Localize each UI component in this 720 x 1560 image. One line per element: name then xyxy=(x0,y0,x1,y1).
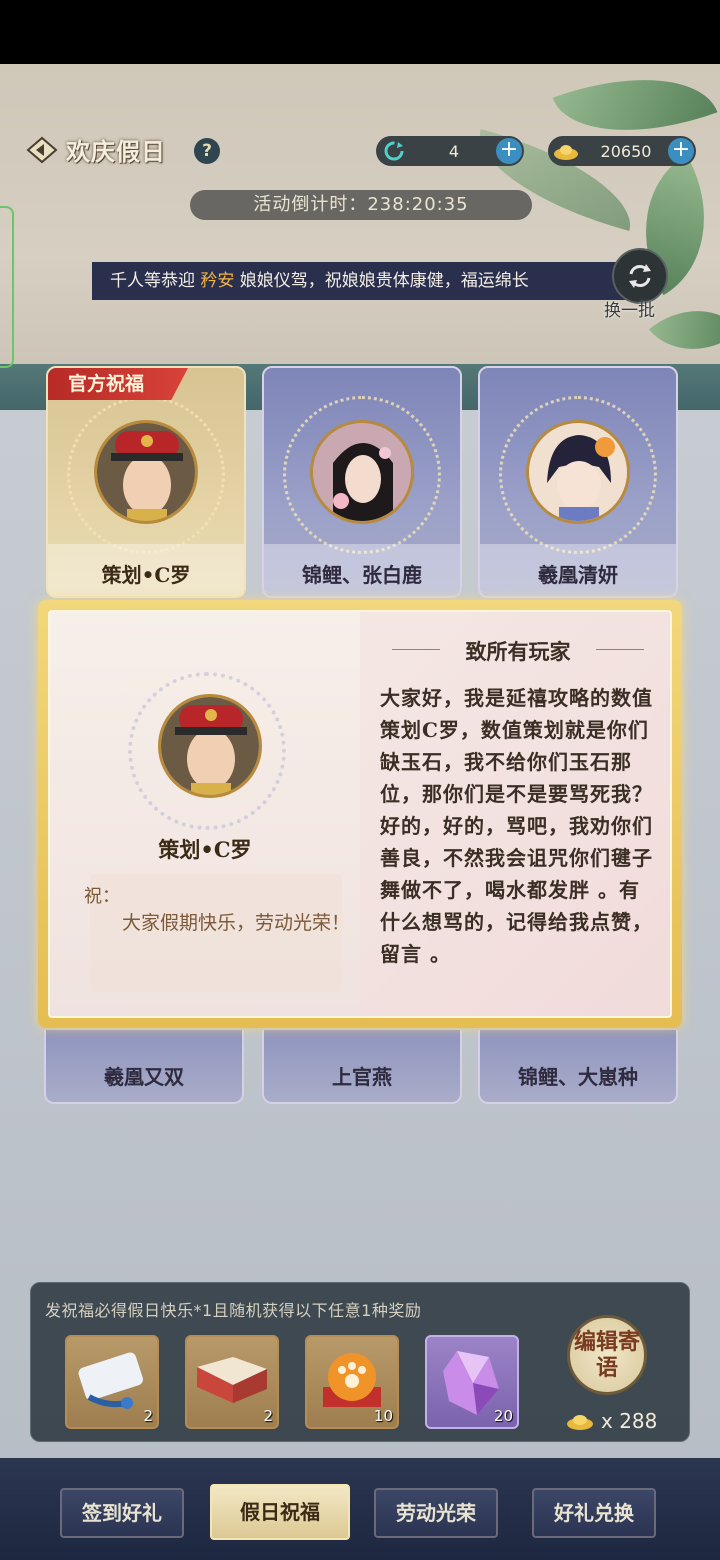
reward-item[interactable]: 2 xyxy=(185,1335,279,1429)
card-sender-name: 锦鲤、张白鹿 xyxy=(302,563,422,587)
wish-text: 大家假期快乐，劳动光荣！ xyxy=(122,912,351,934)
tab-sign-in-gifts[interactable]: 签到好礼 xyxy=(60,1488,184,1538)
letter-body: 大家好，我是延禧攻略的数值策划C罗，数值策划就是你们缺玉石，我不给你们玉石那位，… xyxy=(380,686,653,966)
add-refresh-token-button[interactable]: + xyxy=(496,138,522,164)
tab-gift-exchange[interactable]: 好礼兑换 xyxy=(532,1488,656,1538)
marquee-suffix: 娘娘仪驾，祝娘娘贵体康健，福运绵长 xyxy=(234,271,529,291)
sender-avatar xyxy=(158,694,262,798)
announcement-marquee: 千人等恭迎 矜安 娘娘仪驾，祝娘娘贵体康健，福运绵长 xyxy=(92,262,632,300)
gold-ingot-icon xyxy=(548,136,584,166)
wish-label: 祝： xyxy=(84,886,120,907)
card-sender-name: 羲凰又双 xyxy=(104,1065,184,1089)
card-sender-name: 羲凰清妍 xyxy=(538,563,618,587)
wish-card[interactable]: 锦鲤、大崽种 xyxy=(478,1030,678,1104)
sender-name: 策划•C罗 xyxy=(158,837,252,862)
back-arrow-icon[interactable] xyxy=(26,134,58,166)
marquee-prefix: 千人等恭迎 xyxy=(110,271,201,291)
wish-card[interactable]: 官方祝福 策划•C罗 xyxy=(46,366,246,598)
official-wish-tag: 官方祝福 xyxy=(48,368,188,400)
refresh-token-counter: 4 + xyxy=(376,136,524,166)
header-title-group: 欢庆假日 xyxy=(26,132,166,167)
page-title: 欢庆假日 xyxy=(66,137,166,166)
avatar xyxy=(310,420,414,524)
reward-item[interactable]: 10 xyxy=(305,1335,399,1429)
card-sender-name: 上官燕 xyxy=(332,1065,392,1089)
help-icon[interactable]: ? xyxy=(194,138,220,164)
avatar xyxy=(94,420,198,524)
event-countdown: 活动倒计时：238:20:35 xyxy=(190,190,532,220)
reward-item[interactable]: 20 xyxy=(425,1335,519,1429)
letter-title: 致所有玩家 xyxy=(380,636,656,666)
wish-card[interactable]: 羲凰清妍 xyxy=(478,366,678,598)
edit-message-button[interactable]: 编辑寄语 xyxy=(567,1315,647,1395)
status-bar xyxy=(0,0,720,64)
wish-card[interactable]: 上官燕 xyxy=(262,1030,462,1104)
wish-cost-value: x 288 xyxy=(601,1409,658,1433)
wish-cost: x 288 xyxy=(565,1409,657,1433)
reward-count: 2 xyxy=(143,1407,153,1425)
marquee-highlight-name: 矜安 xyxy=(200,271,235,291)
avatar xyxy=(526,420,630,524)
refresh-token-icon xyxy=(376,136,412,166)
reward-count: 10 xyxy=(373,1407,393,1425)
card-sender-name: 策划•C罗 xyxy=(101,563,191,587)
refresh-icon xyxy=(629,264,651,288)
card-sender-name: 锦鲤、大崽种 xyxy=(518,1065,638,1089)
gold-counter: 20650 + xyxy=(548,136,696,166)
reward-count: 20 xyxy=(493,1407,513,1425)
gold-ingot-icon xyxy=(567,1415,593,1430)
wish-detail-popup[interactable]: 策划•C罗 祝： 大家假期快乐，劳动光荣！ 致所有玩家 大家好，我是延禧攻略的数… xyxy=(38,600,682,1028)
side-panel-edge[interactable] xyxy=(0,206,14,368)
wish-card[interactable]: 羲凰又双 xyxy=(44,1030,244,1104)
reward-panel: 发祝福必得假日快乐*1且随机获得以下任意1种奖励 2 2 10 20 编辑寄语 … xyxy=(30,1282,690,1442)
reward-description: 发祝福必得假日快乐*1且随机获得以下任意1种奖励 xyxy=(45,1301,422,1320)
gold-value: 20650 xyxy=(600,141,652,161)
refresh-token-value: 4 xyxy=(448,141,460,161)
reward-item[interactable]: 2 xyxy=(65,1335,159,1429)
wish-card[interactable]: 锦鲤、张白鹿 xyxy=(262,366,462,598)
tab-holiday-wishes[interactable]: 假日祝福 xyxy=(210,1484,350,1540)
popup-body: 策划•C罗 祝： 大家假期快乐，劳动光荣！ 致所有玩家 大家好，我是延禧攻略的数… xyxy=(48,610,672,1018)
tab-labor-glory[interactable]: 劳动光荣 xyxy=(374,1488,498,1538)
reward-count: 2 xyxy=(263,1407,273,1425)
refresh-batch-label[interactable]: 换一批 xyxy=(604,296,655,321)
add-gold-button[interactable]: + xyxy=(668,138,694,164)
bottom-nav: 签到好礼 假日祝福 劳动光荣 好礼兑换 xyxy=(0,1458,720,1560)
